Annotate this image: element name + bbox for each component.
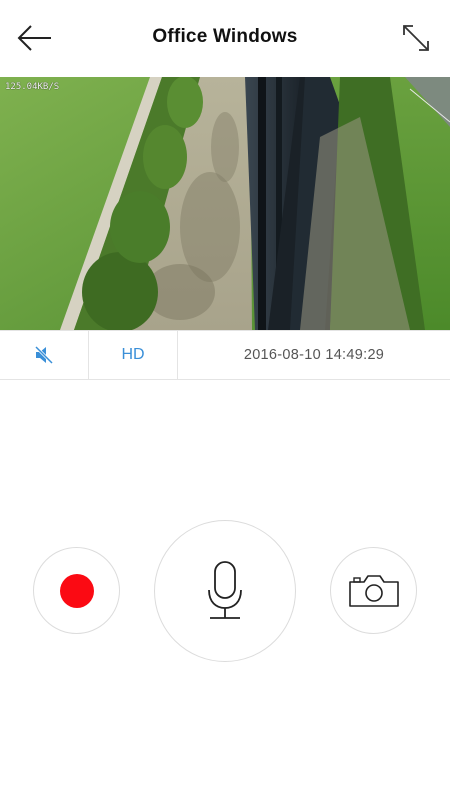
header-bar: Office Windows <box>0 0 450 77</box>
fullscreen-button[interactable] <box>400 22 432 54</box>
bitrate-overlay: 125.04KB/S <box>5 82 60 92</box>
back-button[interactable] <box>14 20 54 56</box>
arrow-left-icon <box>17 25 51 51</box>
page-title: Office Windows <box>152 26 298 47</box>
camera-live-view-screen: Office Windows 125.04KB/S HD 2016-08-10 … <box>0 0 450 800</box>
live-video-feed[interactable]: 125.04KB/S <box>0 77 450 330</box>
mute-button[interactable] <box>0 331 89 379</box>
expand-diagonal-icon <box>403 25 429 51</box>
video-frame-image <box>0 77 450 330</box>
record-dot-icon <box>59 573 94 608</box>
record-button[interactable] <box>33 547 120 634</box>
microphone-icon <box>208 561 242 619</box>
video-timestamp: 2016-08-10 14:49:29 <box>243 347 385 363</box>
video-control-bar: HD 2016-08-10 14:49:29 <box>0 330 450 380</box>
quality-toggle-button[interactable]: HD <box>89 331 178 379</box>
speaker-muted-icon <box>34 345 54 365</box>
camera-icon <box>348 574 399 607</box>
talk-button[interactable] <box>154 520 296 662</box>
snapshot-button[interactable] <box>330 547 417 634</box>
